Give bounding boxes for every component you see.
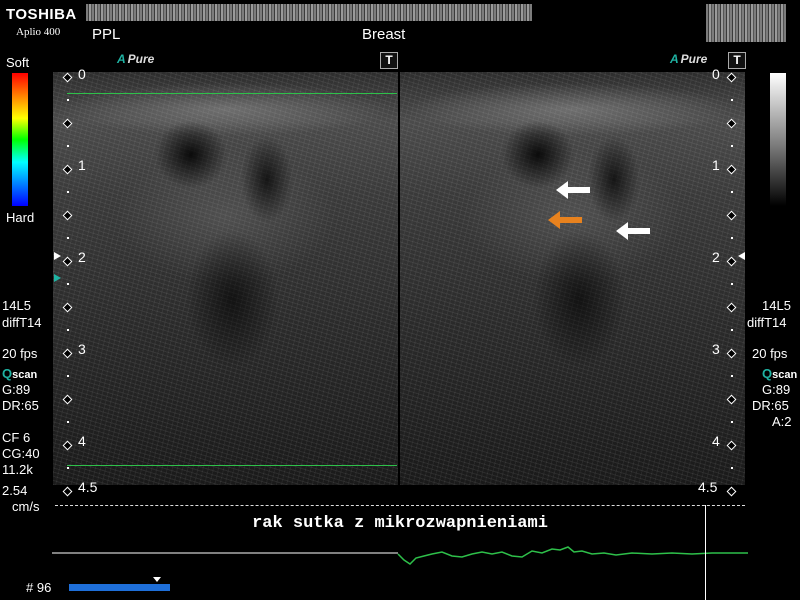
timeline-cursor[interactable]: [705, 505, 706, 600]
right-toggle-button[interactable]: T: [728, 52, 746, 69]
left-qscan: Qscan: [2, 366, 38, 381]
right-depth-0: 0: [712, 66, 720, 82]
left-gain: G:89: [2, 382, 31, 397]
brand-logo: TOSHIBA: [6, 6, 77, 23]
model-label: Aplio 400: [16, 26, 61, 38]
depth-tick: [731, 191, 733, 193]
depth-tick: [67, 145, 69, 147]
left-depth-2: 2: [78, 249, 86, 265]
depth-tick: [731, 329, 733, 331]
cine-frame-slider[interactable]: [69, 584, 170, 591]
depth-tick: [731, 237, 733, 239]
left-probe: 14L5: [2, 298, 31, 313]
depth-tick: [67, 421, 69, 423]
left-depth-1: 1: [78, 157, 86, 173]
left-cg: CG:40: [2, 446, 40, 461]
diagnosis-caption: rak sutka z mikrozwapnieniami: [252, 514, 548, 533]
depth-tick: [731, 283, 733, 285]
right-depth-4: 4: [712, 433, 720, 449]
left-velocity-unit: cm/s: [12, 499, 40, 514]
depth-tick: [67, 375, 69, 377]
left-depth-3: 3: [78, 341, 86, 357]
elasticity-colorbar: [12, 73, 28, 206]
right-a: A:2: [772, 414, 792, 429]
left-prf: 11.2k: [2, 462, 33, 477]
left-dr: DR:65: [2, 398, 39, 413]
left-depth-0: 0: [78, 66, 86, 82]
left-cf: CF 6: [2, 430, 31, 445]
physio-trace: [52, 546, 748, 565]
depth-tick: [67, 237, 69, 239]
left-mode-label: A Pure: [117, 52, 155, 66]
frame-number: # 96: [26, 580, 52, 595]
depth-tick: [67, 467, 69, 469]
trace-top-dashed-line: [55, 505, 745, 506]
depth-tick: [731, 467, 733, 469]
depth-tick: [67, 99, 69, 101]
ultrasound-image-left: [53, 72, 398, 485]
ultrasound-image-right: [400, 72, 745, 485]
white-arrow-lower: [616, 222, 650, 240]
depth-diamond: [62, 486, 73, 497]
roi-top-line: [67, 93, 397, 94]
left-preset: diffT14: [2, 315, 42, 330]
depth-tick: [67, 191, 69, 193]
white-arrow-upper: [556, 181, 590, 199]
right-depth-45: 4.5: [698, 479, 718, 495]
left-fps: 20 fps: [2, 346, 38, 361]
right-qscan: Qscan: [762, 366, 798, 381]
roi-bottom-line: [67, 465, 397, 466]
depth-tick: [731, 99, 733, 101]
focus-marker-left: [54, 252, 61, 260]
right-mode-label: A Pure: [670, 52, 708, 66]
orange-arrow: [548, 211, 582, 229]
left-toggle-button[interactable]: T: [380, 52, 398, 69]
right-depth-1: 1: [712, 157, 720, 173]
right-fps: 20 fps: [752, 346, 788, 361]
focus-marker-right: [738, 252, 745, 260]
depth-tick: [67, 283, 69, 285]
right-depth-2: 2: [712, 249, 720, 265]
right-probe: 14L5: [762, 298, 791, 313]
elasticity-hard-label: Hard: [6, 210, 35, 225]
depth-tick: [731, 421, 733, 423]
redacted-patient-info: [86, 4, 532, 21]
left-depth-4: 4: [78, 433, 86, 449]
depth-tick: [731, 145, 733, 147]
focus-marker-left-color: [54, 274, 61, 282]
depth-tick: [731, 375, 733, 377]
elasticity-soft-label: Soft: [6, 55, 30, 70]
left-velocity: 2.54: [2, 483, 28, 498]
operator-label: PPL: [92, 26, 121, 43]
redacted-corner-info: [706, 4, 786, 42]
preset-title: Breast: [362, 26, 406, 43]
depth-diamond: [726, 486, 737, 497]
grayscale-bar: [770, 73, 786, 206]
left-depth-45: 4.5: [78, 479, 98, 495]
cine-frame-indicator[interactable]: [153, 577, 161, 582]
right-preset: diffT14: [747, 315, 787, 330]
depth-tick: [67, 329, 69, 331]
right-depth-3: 3: [712, 341, 720, 357]
right-gain: G:89: [762, 382, 791, 397]
right-dr: DR:65: [752, 398, 789, 413]
